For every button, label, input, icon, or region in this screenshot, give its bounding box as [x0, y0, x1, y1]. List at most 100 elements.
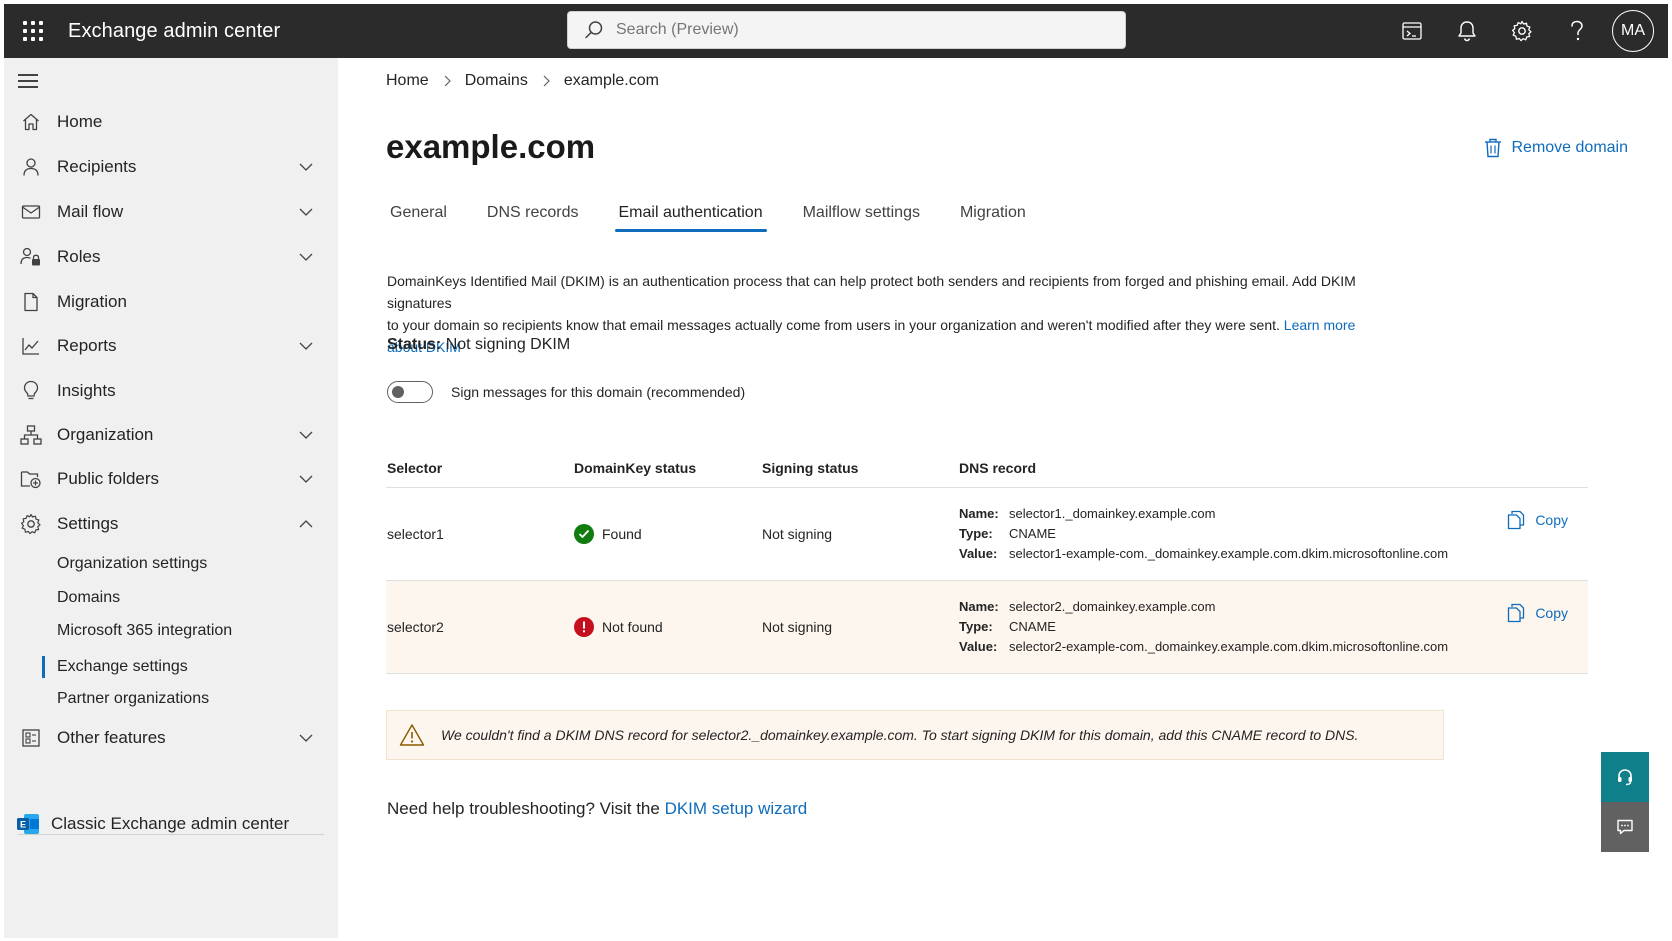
- sidebar-item-other-features[interactable]: Other features: [4, 716, 338, 760]
- sidebar-subitem-partner-organizations[interactable]: Partner organizations: [57, 684, 209, 714]
- apps-icon: [19, 726, 43, 750]
- sidebar-item-classic-eac[interactable]: E Classic Exchange admin center: [4, 802, 338, 846]
- terminal-button[interactable]: [1384, 4, 1439, 58]
- check-circle-icon: [574, 524, 594, 544]
- sidebar-item-roles[interactable]: Roles: [4, 235, 338, 279]
- status-label: Status:: [387, 336, 442, 353]
- warning-text: We couldn't find a DKIM DNS record for s…: [441, 727, 1359, 743]
- search-icon: [585, 21, 603, 39]
- sidebar-item-insights[interactable]: Insights: [4, 369, 338, 413]
- sidebar-item-label: Mail flow: [57, 202, 124, 221]
- hamburger-menu-button[interactable]: [18, 74, 38, 94]
- sidebar: Home Recipients Mail flow Roles Migratio…: [4, 58, 338, 938]
- sidebar-subitem-exchange-settings[interactable]: Exchange settings: [57, 652, 188, 682]
- breadcrumb-domains[interactable]: Domains: [465, 72, 528, 90]
- chart-line-icon: [19, 334, 43, 358]
- copy-button[interactable]: Copy: [1507, 510, 1568, 530]
- dkim-table: Selector DomainKey status Signing status…: [386, 448, 1588, 674]
- sidebar-item-recipients[interactable]: Recipients: [4, 145, 338, 189]
- dns-value-key: Value:: [959, 546, 998, 561]
- tab-dns-records[interactable]: DNS records: [483, 200, 583, 232]
- question-icon: [1570, 20, 1583, 41]
- copy-icon: [1508, 510, 1525, 530]
- remove-domain-label: Remove domain: [1511, 139, 1629, 156]
- breadcrumb: Home Domains example.com: [386, 72, 659, 90]
- sidebar-item-label: Home: [57, 112, 103, 131]
- dns-value-value: selector2-example-com._domainkey.example…: [1009, 639, 1449, 654]
- copy-label: Copy: [1535, 512, 1568, 528]
- app-title[interactable]: Exchange admin center: [68, 20, 280, 43]
- search-input[interactable]: [616, 21, 1096, 39]
- domainkey-status-text: Not found: [602, 619, 663, 635]
- chevron-down-icon: [299, 342, 313, 350]
- sidebar-item-public-folders[interactable]: Public folders: [4, 457, 338, 501]
- tab-email-authentication[interactable]: Email authentication: [614, 200, 767, 232]
- sign-messages-toggle[interactable]: [387, 381, 433, 403]
- table-row[interactable]: selector1 Found Not signing Name: selecto…: [386, 488, 1588, 581]
- sidebar-item-label: Recipients: [57, 157, 137, 176]
- app-launcher-button[interactable]: [8, 4, 58, 58]
- dkim-setup-wizard-link[interactable]: DKIM setup wizard: [665, 799, 808, 818]
- dns-type-value: CNAME: [1009, 619, 1056, 634]
- breadcrumb-home[interactable]: Home: [386, 72, 429, 90]
- notifications-button[interactable]: [1439, 4, 1494, 58]
- error-circle-icon: [574, 617, 594, 637]
- dns-value-value: selector1-example-com._domainkey.example…: [1009, 546, 1449, 561]
- tab-mailflow-settings[interactable]: Mailflow settings: [799, 200, 924, 232]
- copy-icon: [1508, 603, 1525, 623]
- sidebar-item-mail-flow[interactable]: Mail flow: [4, 190, 338, 234]
- column-header-domainkey-status[interactable]: DomainKey status: [574, 460, 762, 476]
- sidebar-item-label: Classic Exchange admin center: [51, 814, 290, 833]
- chevron-down-icon: [299, 253, 313, 261]
- selector-cell: selector2: [387, 619, 444, 635]
- chevron-down-icon: [299, 163, 313, 171]
- copy-button[interactable]: Copy: [1507, 603, 1568, 623]
- sidebar-item-label: Other features: [57, 728, 166, 747]
- mail-icon: [19, 200, 43, 224]
- search-box[interactable]: [567, 11, 1126, 49]
- feedback-button[interactable]: [1601, 802, 1649, 852]
- sidebar-item-label: Settings: [57, 514, 119, 533]
- sidebar-item-home[interactable]: Home: [4, 100, 338, 144]
- support-button[interactable]: [1601, 752, 1649, 802]
- help-troubleshooting: Need help troubleshooting? Visit the DKI…: [387, 799, 807, 819]
- breadcrumb-current: example.com: [563, 72, 659, 89]
- bell-icon: [1457, 21, 1476, 42]
- dns-record-cell: Name: selector2._domainkey.example.com Ty…: [959, 597, 1459, 657]
- sidebar-subitem-organization-settings[interactable]: Organization settings: [57, 549, 207, 579]
- floating-help-panel: [1601, 752, 1649, 852]
- sidebar-item-migration[interactable]: Migration: [4, 280, 338, 324]
- column-header-dns-record[interactable]: DNS record: [959, 460, 1459, 476]
- org-chart-icon: [19, 423, 43, 447]
- description-line-2: to your domain so recipients know that e…: [387, 317, 1280, 333]
- exchange-logo-icon: E: [16, 812, 40, 836]
- tab-migration[interactable]: Migration: [956, 200, 1030, 232]
- remove-domain-button[interactable]: Remove domain: [1484, 138, 1629, 158]
- person-icon: [19, 155, 43, 179]
- column-header-selector[interactable]: Selector: [386, 460, 574, 476]
- chevron-down-icon: [299, 734, 313, 742]
- home-icon: [19, 110, 43, 134]
- headset-icon: [1618, 769, 1632, 786]
- column-header-signing-status[interactable]: Signing status: [762, 460, 959, 476]
- help-button[interactable]: [1549, 4, 1604, 58]
- sidebar-item-organization[interactable]: Organization: [4, 413, 338, 457]
- gear-icon: [19, 512, 43, 536]
- selector-cell: selector1: [387, 526, 444, 542]
- settings-button[interactable]: [1494, 4, 1549, 58]
- tab-bar: General DNS records Email authentication…: [386, 200, 1062, 232]
- sidebar-subitem-domains[interactable]: Domains: [57, 583, 120, 613]
- sidebar-subitem-m365-integration[interactable]: Microsoft 365 integration: [57, 616, 232, 646]
- chevron-down-icon: [299, 431, 313, 439]
- domainkey-status-text: Found: [602, 526, 642, 542]
- dns-name-value: selector1._domainkey.example.com: [1009, 506, 1216, 521]
- sidebar-item-settings[interactable]: Settings: [4, 502, 338, 546]
- table-row[interactable]: selector2 Not found Not signing Name: sel…: [386, 581, 1588, 674]
- tab-general[interactable]: General: [386, 200, 451, 232]
- sidebar-item-reports[interactable]: Reports: [4, 324, 338, 368]
- help-text: Need help troubleshooting? Visit the: [387, 799, 660, 818]
- active-indicator: [42, 656, 45, 678]
- gear-icon: [1511, 20, 1532, 42]
- avatar[interactable]: MA: [1612, 10, 1654, 52]
- dns-name-value: selector2._domainkey.example.com: [1009, 599, 1216, 614]
